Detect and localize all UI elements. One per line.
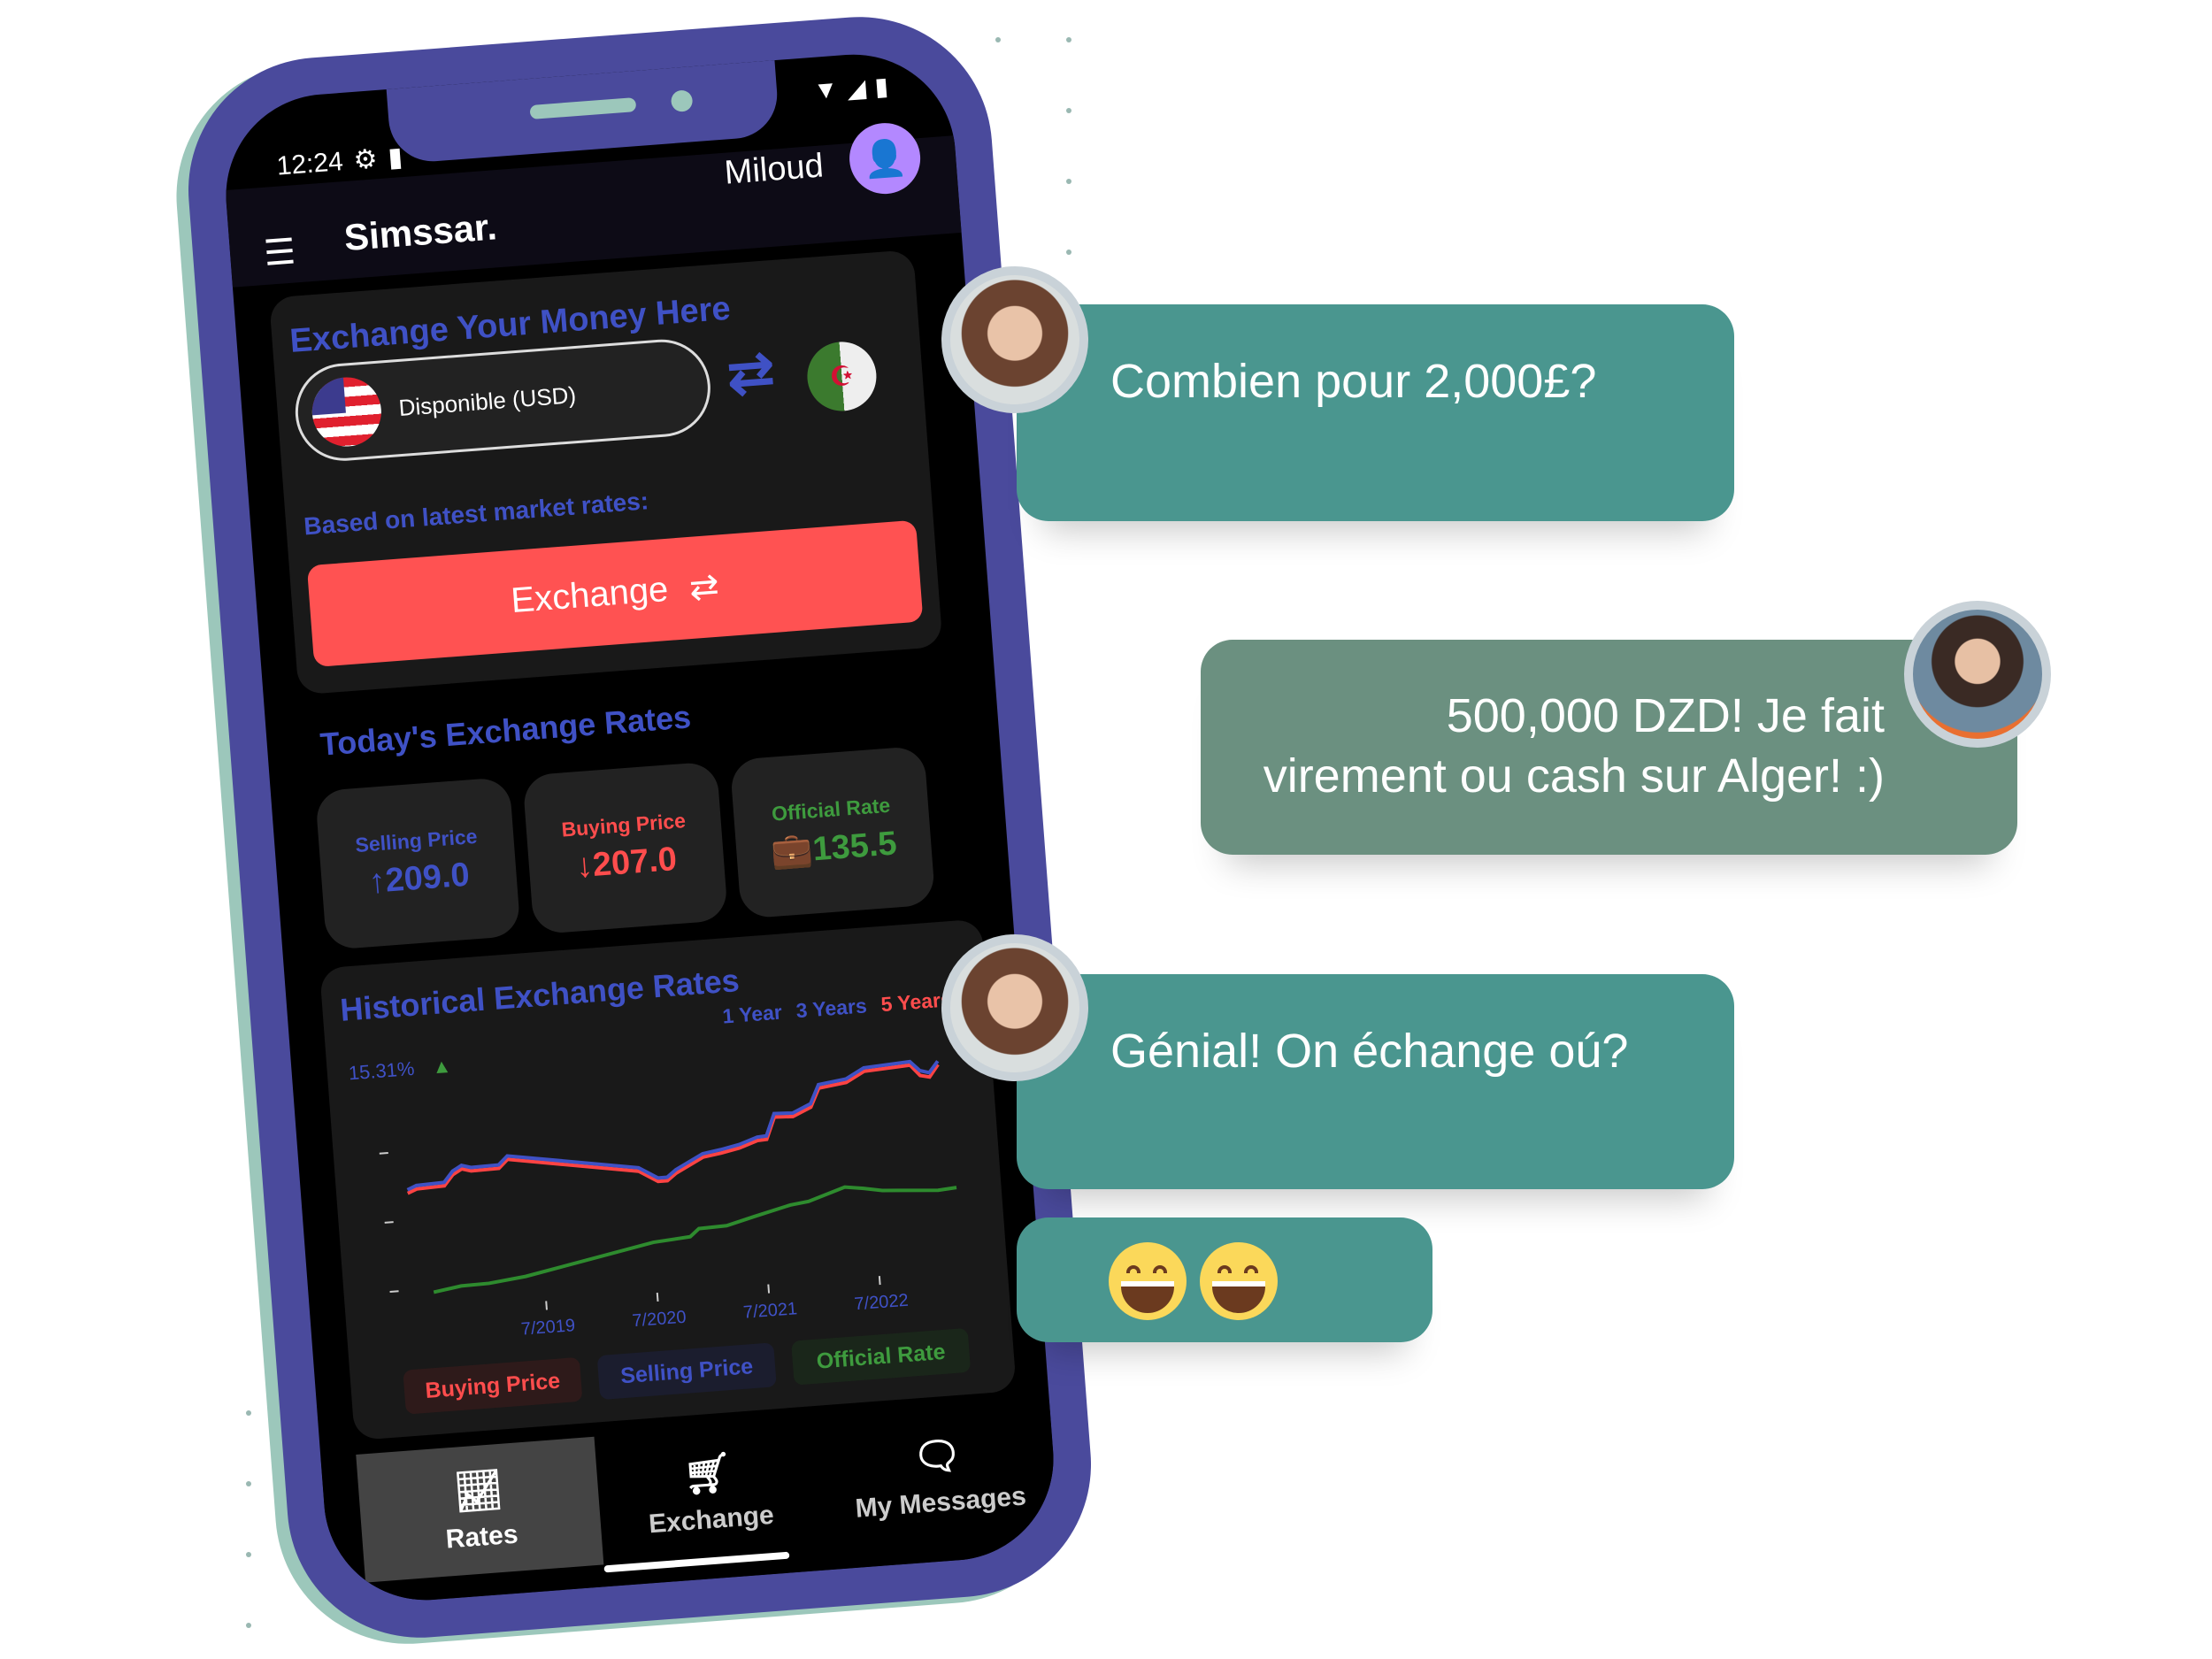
nav-messages-label: My Messages xyxy=(854,1480,1027,1524)
grinning-emoji-icon xyxy=(1109,1242,1187,1320)
user-name[interactable]: Miloud xyxy=(723,147,825,192)
settings-icon: ⚙ xyxy=(352,144,379,176)
menu-icon[interactable]: ☰ xyxy=(262,231,297,274)
x-tick-label: 7/2022 xyxy=(854,1291,910,1315)
chat-message-2-line-2: virement ou cash sur Alger! :) xyxy=(1263,749,1885,803)
us-flag-icon xyxy=(310,374,384,449)
period-3-years[interactable]: 3 Years xyxy=(795,994,868,1023)
selling-price-label: Selling Price xyxy=(354,824,479,857)
chat-message-3: Génial! On échange oú? xyxy=(1110,1025,1629,1078)
chat-bubble-4 xyxy=(1017,1217,1432,1342)
history-chart: 7/2019 7/2020 7/2021 7/2022 xyxy=(379,1059,957,1340)
legend-buying-price[interactable]: Buying Price xyxy=(403,1356,583,1415)
chat-message-2-line-1: 500,000 DZD! Je fait xyxy=(1446,689,1885,742)
buying-price-label: Buying Price xyxy=(560,809,687,841)
chat-bubble-3: Génial! On échange oú? xyxy=(1017,974,1734,1189)
phone-mockup: 12:24 ⚙ ▮ ▼ ◢ ▮ ☰ Simssar. Miloud 👤 Exch… xyxy=(166,7,1101,1654)
chat-bubble-2: 500,000 DZD! Je fait virement ou cash su… xyxy=(1201,640,2017,855)
nav-exchange-label: Exchange xyxy=(647,1500,775,1539)
phone-screen: 12:24 ⚙ ▮ ▼ ◢ ▮ ☰ Simssar. Miloud 👤 Exch… xyxy=(219,47,1061,1608)
official-rate-value: 135.5 xyxy=(810,824,898,868)
trending-up-icon: 📈︎ xyxy=(452,1467,505,1515)
user-avatar-icon[interactable]: 👤 xyxy=(847,120,923,196)
legend-selling-price[interactable]: Selling Price xyxy=(596,1342,777,1401)
grinning-emoji-icon xyxy=(1200,1242,1278,1320)
app-brand: Simssar. xyxy=(342,205,499,259)
nav-rates-label: Rates xyxy=(444,1519,519,1555)
nav-rates[interactable]: 📈︎ Rates xyxy=(356,1436,604,1583)
market-note: Based on latest market rates: xyxy=(303,487,650,541)
x-tick xyxy=(878,1276,881,1286)
algeria-flag-icon: ☪ xyxy=(804,339,879,414)
x-tick-label: 7/2020 xyxy=(632,1308,687,1332)
x-tick xyxy=(656,1292,659,1302)
notch xyxy=(385,51,780,165)
legend-official-rate[interactable]: Official Rate xyxy=(791,1327,972,1386)
series-buying-price xyxy=(406,1063,940,1195)
change-percent: 15.31% xyxy=(347,1056,416,1085)
y-tick xyxy=(379,1151,388,1155)
speaker xyxy=(529,97,637,119)
sd-card-icon: ▮ xyxy=(387,142,404,173)
status-bar-right: ▼ ◢ ▮ xyxy=(812,72,889,106)
avatar-woman-3 xyxy=(941,934,1088,1081)
avatar-woman-1 xyxy=(941,266,1088,413)
status-time: 12:24 xyxy=(275,146,344,181)
x-tick-label: 7/2021 xyxy=(742,1299,798,1323)
exchange-button[interactable]: Exchange ⇄ xyxy=(306,519,924,668)
exchange-arrows-icon: ⇄ xyxy=(687,566,721,608)
nav-messages[interactable]: 🗨 My Messages xyxy=(815,1402,1061,1548)
official-rate-card: Official Rate 💼135.5 xyxy=(729,745,936,919)
chat-message-2: 500,000 DZD! Je fait virement ou cash su… xyxy=(1263,686,1885,806)
camera xyxy=(670,89,694,112)
currency-label: Disponible (USD) xyxy=(397,380,578,421)
exchange-card: Exchange Your Money Here Disponible (USD… xyxy=(268,250,943,695)
chat-bubble-1: Combien pour 2,000£? xyxy=(1017,304,1734,521)
avatar-woman-2 xyxy=(1904,601,2051,748)
y-tick xyxy=(384,1221,394,1224)
official-rate-label: Official Rate xyxy=(771,793,891,826)
swap-arrows-icon[interactable]: ⇄ xyxy=(725,338,777,408)
y-tick xyxy=(389,1290,399,1294)
status-bar-left: 12:24 ⚙ ▮ xyxy=(276,142,404,182)
rates-title: Today's Exchange Rates xyxy=(319,698,693,763)
cart-icon: 🛒︎ xyxy=(681,1449,734,1497)
exchange-button-label: Exchange xyxy=(510,569,670,621)
period-selector: 1 Year 3 Years 5 Years xyxy=(722,987,953,1028)
nav-exchange[interactable]: 🛒︎ Exchange xyxy=(586,1419,833,1565)
message-icon: 🗨 xyxy=(910,1432,964,1480)
phone-frame: 12:24 ⚙ ▮ ▼ ◢ ▮ ☰ Simssar. Miloud 👤 Exch… xyxy=(179,7,1101,1647)
battery-icon: ▮ xyxy=(873,72,890,101)
wifi-icon: ▼ xyxy=(812,74,840,104)
history-card: Historical Exchange Rates 1 Year 3 Years… xyxy=(319,918,1017,1441)
triangle-up-icon: ▲ xyxy=(431,1054,453,1079)
buying-price-card: Buying Price ↓207.0 xyxy=(522,761,729,935)
x-tick-label: 7/2019 xyxy=(520,1316,576,1340)
chat-message-1: Combien pour 2,000£? xyxy=(1110,355,1597,408)
selling-price-card: Selling Price ↑209.0 xyxy=(314,776,521,950)
history-title: Historical Exchange Rates xyxy=(338,962,741,1028)
series-official-rate xyxy=(433,1185,957,1294)
x-tick xyxy=(767,1284,771,1294)
signal-icon: ◢ xyxy=(845,73,867,104)
period-1-year[interactable]: 1 Year xyxy=(722,1001,783,1029)
selling-price-value: 209.0 xyxy=(384,856,472,900)
buying-price-value: 207.0 xyxy=(591,841,679,885)
x-tick xyxy=(545,1301,548,1310)
briefcase-icon: 💼 xyxy=(769,830,815,872)
